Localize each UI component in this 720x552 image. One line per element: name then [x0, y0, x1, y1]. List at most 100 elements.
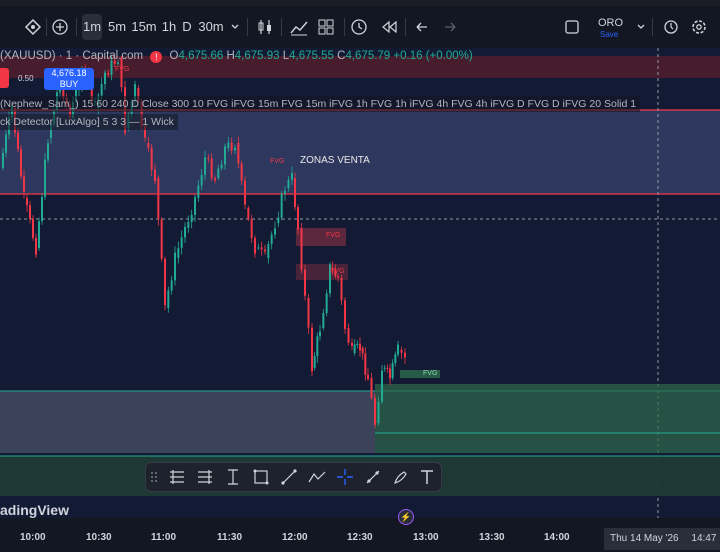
candle-body: [356, 343, 359, 345]
candle-body: [404, 352, 406, 358]
candle-body: [214, 178, 216, 181]
candle-type-icon[interactable]: [256, 14, 274, 40]
candle-body: [44, 159, 46, 197]
candle-body: [260, 247, 263, 250]
legend-high-label: H: [226, 50, 235, 62]
indicators-icon[interactable]: [289, 14, 309, 40]
redo-icon[interactable]: [442, 14, 458, 40]
candle-body: [200, 174, 203, 186]
candle-body: [319, 331, 321, 337]
candle-body: [100, 84, 103, 96]
chevron-down-icon[interactable]: [230, 14, 240, 40]
brush-icon[interactable]: [392, 468, 410, 486]
add-icon[interactable]: [52, 14, 68, 40]
candle-body: [389, 368, 391, 379]
trend-line-icon[interactable]: [280, 468, 298, 486]
candle-body: [32, 218, 34, 238]
interval-15m[interactable]: 15m: [131, 14, 157, 40]
buy-button[interactable]: 4,676.18 BUY: [44, 68, 94, 90]
indicator-legend-luxalgo[interactable]: ck Detector [LuxAlgo] 5 3 3 — 1 Wick: [0, 114, 178, 130]
candle-body: [35, 237, 37, 255]
candle-body: [164, 258, 166, 306]
time-axis[interactable]: 10:00 10:30 11:00 11:30 12:00 12:30 13:0…: [0, 526, 720, 552]
candle-body: [274, 228, 276, 235]
lightning-icon[interactable]: ⚡: [398, 509, 414, 525]
candle-body: [234, 147, 236, 151]
time-tick: 10:00: [20, 532, 46, 543]
time-tick: 13:00: [413, 532, 439, 543]
symbol-save-label[interactable]: Save: [600, 30, 618, 39]
candle-body: [374, 397, 376, 425]
candle-body: [383, 367, 386, 369]
candle-body: [284, 191, 286, 194]
chart-area[interactable]: (XAUUSD) · 1 · Capital.com ! O4,675.66 H…: [0, 48, 720, 526]
candle-body: [224, 146, 226, 165]
text-icon[interactable]: [418, 468, 436, 486]
fvg-label: FVG: [326, 232, 341, 239]
sell-button[interactable]: [0, 68, 9, 88]
candle-body: [287, 179, 290, 188]
indicator-legend-fvg[interactable]: (Nephew_Sam_) 15 60 240 D Close 300 10 F…: [0, 96, 641, 112]
legend-open-label: O: [169, 50, 179, 62]
candle-body: [351, 342, 353, 347]
buy-price: 4,676.18: [51, 68, 87, 78]
candle-body: [277, 217, 280, 223]
replay-icon[interactable]: [380, 14, 398, 40]
error-badge-icon[interactable]: !: [150, 51, 163, 63]
candle-body: [230, 142, 233, 151]
candle-body: [38, 221, 40, 248]
interval-5m[interactable]: 5m: [106, 14, 128, 40]
long-position-icon[interactable]: [168, 468, 186, 486]
candle-body: [340, 278, 343, 301]
quick-search-icon[interactable]: [662, 14, 680, 40]
legend-symbol[interactable]: (XAUUSD) · 1 · Capital.com: [0, 50, 143, 62]
candle-body: [244, 180, 246, 205]
candle-body: [247, 208, 250, 219]
candle-body: [177, 247, 180, 258]
candle-body: [17, 132, 19, 150]
interval-1h[interactable]: 1h: [160, 14, 178, 40]
candle-body: [337, 276, 339, 278]
short-position-icon[interactable]: [196, 468, 214, 486]
candle-body: [237, 143, 240, 164]
rectangle-icon[interactable]: [252, 468, 270, 486]
candle-body: [187, 222, 190, 228]
candle-body: [325, 293, 328, 314]
toolbar-separator: [344, 18, 345, 36]
templates-icon[interactable]: [318, 14, 334, 40]
interval-30m[interactable]: 30m: [197, 14, 225, 40]
legend-high: 4,675.93: [234, 50, 280, 62]
compare-icon[interactable]: [24, 14, 42, 40]
candle-body: [364, 353, 367, 375]
spread-value: 0.50: [18, 74, 34, 83]
candle-body: [297, 207, 299, 230]
path-icon[interactable]: [308, 468, 326, 486]
candle-body: [210, 158, 213, 179]
candle-body: [316, 336, 319, 357]
candle-body: [267, 244, 270, 258]
drag-handle-icon[interactable]: [150, 468, 158, 486]
candle-body: [160, 219, 163, 259]
alert-icon[interactable]: [350, 14, 368, 40]
arrows-icon[interactable]: [364, 468, 382, 486]
candle-body: [194, 197, 196, 215]
symbol-legend[interactable]: (XAUUSD) · 1 · Capital.com ! O4,675.66 H…: [0, 50, 473, 66]
candle-body: [204, 157, 206, 175]
interval-1m[interactable]: 1m: [82, 14, 102, 40]
candle-body: [23, 176, 25, 192]
undo-icon[interactable]: [414, 14, 430, 40]
candle-body: [107, 73, 110, 75]
interval-D[interactable]: D: [180, 14, 194, 40]
candle-body: [5, 134, 7, 153]
settings-icon[interactable]: [690, 14, 708, 40]
candle-body: [377, 401, 380, 423]
candle-body: [359, 343, 361, 351]
symbol-name[interactable]: ORO: [598, 17, 623, 29]
crosshair-icon[interactable]: [336, 468, 354, 486]
price-range-icon[interactable]: [224, 468, 242, 486]
fullscreen-icon[interactable]: [564, 14, 580, 40]
candle-body: [381, 370, 383, 402]
candle-body: [41, 196, 43, 222]
chevron-down-icon[interactable]: [636, 14, 646, 40]
time-tick: 13:30: [479, 532, 505, 543]
